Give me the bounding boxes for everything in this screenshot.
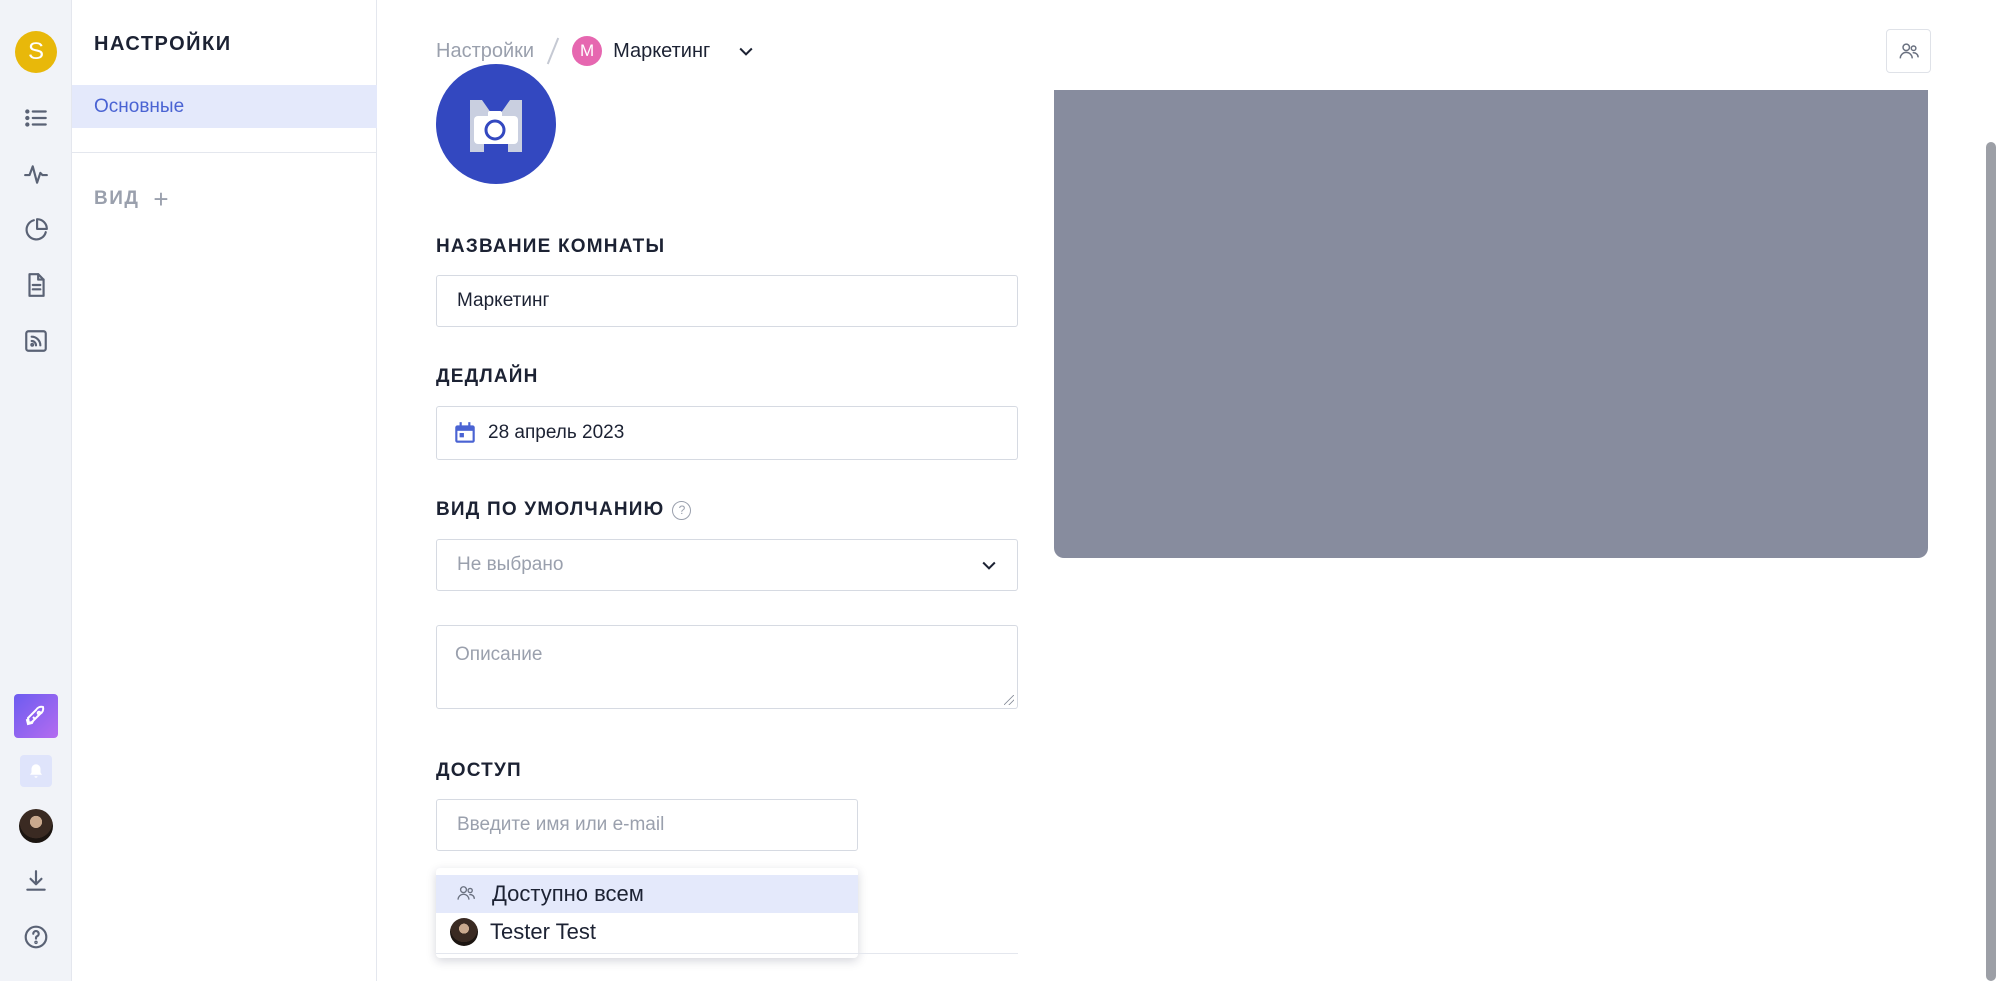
help-icon[interactable]: [20, 921, 52, 953]
deadline-input[interactable]: 28 апрель 2023: [436, 406, 1018, 460]
option-label: Tester Test: [490, 919, 596, 944]
breadcrumb-settings[interactable]: Настройки: [436, 40, 534, 63]
option-label: Доступно всем: [492, 881, 644, 906]
help-icon[interactable]: ?: [672, 500, 692, 520]
list-icon[interactable]: [20, 102, 52, 134]
breadcrumb-separator: [546, 37, 560, 65]
workspace-avatar[interactable]: S: [15, 31, 57, 73]
bell-icon[interactable]: [20, 755, 52, 787]
room-cover-image[interactable]: [1054, 90, 1928, 558]
members-button[interactable]: [1886, 29, 1931, 73]
user-avatar: [450, 918, 478, 946]
access-label: ДОСТУП: [436, 760, 522, 781]
default-view-label: ВИД ПО УМОЛЧАНИЮ ?: [436, 499, 692, 521]
download-icon[interactable]: [20, 865, 52, 897]
room-name-value: Маркетинг: [457, 290, 550, 311]
deadline-label: ДЕДЛАЙН: [436, 366, 539, 387]
settings-sidebar: НАСТРОЙКИ Основные ВИД +: [72, 0, 377, 981]
calendar-icon: [452, 420, 478, 446]
access-placeholder: Введите имя или e-mail: [457, 814, 665, 835]
description-placeholder: Описание: [455, 644, 543, 665]
section-view-label: ВИД: [94, 188, 140, 209]
access-option-everyone[interactable]: Доступно всем: [436, 875, 858, 913]
default-view-select[interactable]: Не выбрано: [436, 539, 1018, 591]
default-view-value: Не выбрано: [457, 554, 564, 575]
room-badge: M: [572, 36, 603, 66]
resize-handle[interactable]: [1004, 695, 1014, 705]
breadcrumb: Настройки M Маркетинг: [436, 34, 756, 68]
scrollbar-thumb[interactable]: [1986, 142, 1996, 981]
room-name-input[interactable]: Маркетинг: [436, 275, 1018, 327]
access-search-input[interactable]: Введите имя или e-mail: [436, 799, 858, 851]
activity-icon[interactable]: [20, 158, 52, 190]
deadline-value: 28 апрель 2023: [488, 422, 625, 443]
section-divider: [436, 953, 1018, 954]
add-view-icon[interactable]: +: [153, 186, 170, 212]
users-icon: [1899, 43, 1919, 59]
access-dropdown-menu: Доступно всем Tester Test: [436, 868, 858, 958]
sidebar-item-general[interactable]: Основные: [72, 85, 377, 128]
workspace-letter: S: [27, 38, 44, 65]
document-icon[interactable]: [20, 269, 52, 301]
sidebar-title: НАСТРОЙКИ: [94, 33, 232, 55]
camera-icon: [468, 94, 524, 154]
sidebar-section-view: ВИД +: [94, 186, 170, 212]
chevron-down-icon: [979, 555, 999, 575]
room-name-label: НАЗВАНИЕ КОМНАТЫ: [436, 236, 666, 257]
rocket-icon[interactable]: [14, 694, 58, 738]
access-option-user[interactable]: Tester Test: [436, 913, 858, 951]
description-textarea[interactable]: Описание: [436, 625, 1018, 709]
room-avatar-upload[interactable]: [436, 64, 556, 184]
pie-chart-icon[interactable]: [20, 214, 52, 246]
sidebar-divider: [72, 152, 377, 153]
chevron-down-icon[interactable]: [736, 41, 756, 61]
app-rail: S: [0, 0, 72, 981]
breadcrumb-room-name[interactable]: Маркетинг: [613, 40, 710, 63]
feed-icon[interactable]: [20, 325, 52, 357]
users-icon: [456, 883, 478, 905]
user-avatar[interactable]: [19, 809, 53, 843]
